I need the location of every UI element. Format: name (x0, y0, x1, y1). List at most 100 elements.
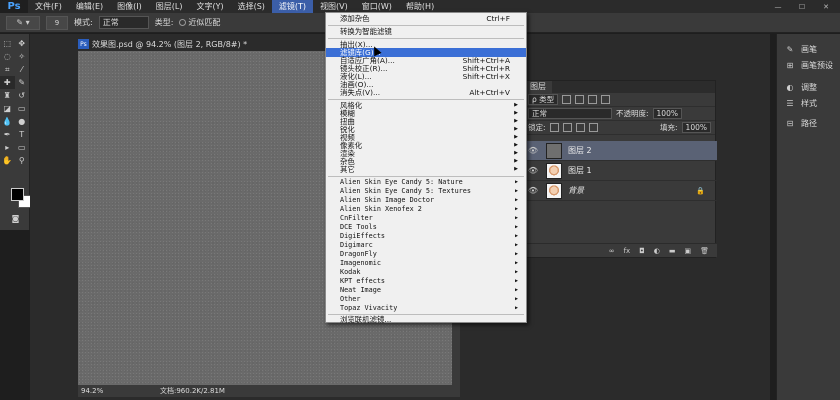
path-select-tool-icon[interactable]: ▸ (0, 141, 15, 154)
dock-styles[interactable]: ☰ 样式 (785, 98, 817, 109)
filter-item-convert-smart[interactable]: 转换为智能滤镜 (326, 27, 526, 36)
marquee-tool-icon[interactable]: ⬚ (0, 37, 15, 50)
filter-submenu-other[interactable]: 其它 ▶ (326, 165, 526, 174)
filter-item-add-noise[interactable]: 添加杂色 Ctrl+F (326, 14, 526, 23)
move-tool-icon[interactable]: ✥ (15, 37, 30, 50)
new-group-icon[interactable]: ▬ (669, 247, 676, 255)
submenu-arrow-icon: ▶ (514, 260, 518, 266)
lock-icon: 🔒 (696, 186, 705, 195)
layer-style-icon[interactable]: fx (624, 247, 631, 255)
add-mask-icon[interactable]: ◘ (639, 247, 645, 255)
plugin-xenofex[interactable]: Alien Skin Xenofex 2 ▶ (326, 205, 526, 214)
proximity-match-radio[interactable]: 近似匹配 (179, 17, 220, 28)
new-layer-icon[interactable]: ▣ (684, 247, 691, 255)
crop-tool-icon[interactable]: ⌗ (0, 63, 15, 76)
paths-icon: ⊟ (786, 119, 794, 128)
hand-tool-icon[interactable]: ✋ (0, 154, 15, 167)
lock-all-icon[interactable] (588, 123, 598, 132)
dock-paths[interactable]: ⊟ 路径 (785, 118, 817, 129)
blur-tool-icon[interactable]: 💧 (0, 115, 15, 128)
link-layers-icon[interactable]: ∞ (609, 247, 615, 255)
eyedropper-tool-icon[interactable]: ⁄ (15, 63, 30, 76)
plugin-eye-candy-textures[interactable]: Alien Skin Eye Candy 5: Textures ▶ (326, 187, 526, 196)
fill-label: 填充: (660, 123, 678, 132)
delete-layer-icon[interactable]: 🗑 (700, 247, 709, 255)
plugin-kpt-effects[interactable]: KPT effects ▶ (326, 277, 526, 286)
quick-select-tool-icon[interactable]: ✧ (15, 50, 30, 63)
plugin-kodak[interactable]: Kodak ▶ (326, 268, 526, 277)
shape-tool-icon[interactable]: ▭ (15, 141, 30, 154)
menu-edit[interactable]: 编辑(E) (69, 0, 110, 13)
zoom-level[interactable]: 94.2% (78, 387, 120, 395)
dock-brush-presets[interactable]: ⊞ 画笔预设 (785, 60, 833, 71)
layer-row[interactable]: 👁 图层 2 (524, 141, 717, 161)
zoom-tool-icon[interactable]: ⚲ (15, 154, 30, 167)
foreground-color-swatch[interactable] (11, 188, 24, 201)
plugin-image-doctor[interactable]: Alien Skin Image Doctor ▶ (326, 196, 526, 205)
gradient-tool-icon[interactable]: ▭ (15, 102, 30, 115)
clone-stamp-tool-icon[interactable]: ♜ (0, 89, 15, 102)
mode-select[interactable]: 正常 (98, 16, 149, 29)
filter-item-vanishing-point[interactable]: 消失点(V)... Alt+Ctrl+V (326, 88, 526, 97)
submenu-arrow-icon: ▶ (514, 242, 518, 248)
dodge-tool-icon[interactable]: ● (15, 115, 30, 128)
layer-row[interactable]: 👁 图层 1 (524, 161, 717, 181)
fill-input[interactable]: 100% (681, 122, 711, 133)
menu-separator (328, 25, 524, 26)
submenu-arrow-icon: ▶ (514, 251, 518, 257)
plugin-neat-image[interactable]: Neat Image ▶ (326, 286, 526, 295)
menu-file[interactable]: 文件(F) (28, 0, 69, 13)
menu-layer[interactable]: 图层(L) (149, 0, 190, 13)
plugin-other[interactable]: Other ▶ (326, 295, 526, 304)
menu-type[interactable]: 文字(Y) (189, 0, 230, 13)
filter-item-browse-online[interactable]: 浏览联机滤镜... (326, 315, 526, 324)
adjustment-filter-icon[interactable] (575, 95, 585, 104)
lasso-tool-icon[interactable]: ◌ (0, 50, 15, 63)
submenu-arrow-icon: ▶ (514, 206, 518, 212)
pixel-filter-icon[interactable] (562, 95, 572, 104)
dock-adjustments[interactable]: ◐ 调整 (785, 82, 818, 93)
plugin-cnfilter[interactable]: CnFilter ▶ (326, 214, 526, 223)
type-filter-icon[interactable] (588, 95, 598, 104)
plugin-digieffects[interactable]: DigiEffects ▶ (326, 232, 526, 241)
lock-transparent-icon[interactable] (549, 123, 559, 132)
eraser-tool-icon[interactable]: ◪ (0, 102, 15, 115)
blend-mode-select[interactable]: 正常 (528, 108, 612, 119)
plugin-digimarc[interactable]: Digimarc ▶ (326, 241, 526, 250)
menu-filter[interactable]: 滤镜(T) (271, 0, 314, 13)
history-brush-tool-icon[interactable]: ↺ (15, 89, 30, 102)
minimize-button[interactable]: — (768, 2, 788, 12)
tool-preset-picker[interactable]: ✎ ▾ (6, 15, 40, 30)
type-tool-icon[interactable]: T (15, 128, 30, 141)
spot-healing-tool-icon[interactable]: ✚ (0, 76, 15, 89)
document-tab[interactable]: Ps 效果图.psd @ 94.2% (图层 2, RGB/8#) * (78, 38, 247, 50)
close-button[interactable]: ✕ (816, 2, 836, 12)
layer-row[interactable]: 👁 背景 🔒 (524, 181, 717, 201)
maximize-button[interactable]: ☐ (792, 2, 812, 12)
menu-select[interactable]: 选择(S) (231, 0, 272, 13)
pen-tool-icon[interactable]: ✒ (0, 128, 15, 141)
new-adjustment-icon[interactable]: ◐ (654, 247, 660, 255)
plugin-eye-candy-nature[interactable]: Alien Skin Eye Candy 5: Nature ▶ (326, 178, 526, 187)
layers-tab[interactable]: 图层 (524, 81, 552, 93)
plugin-dce-tools[interactable]: DCE Tools ▶ (326, 223, 526, 232)
brush-size-picker[interactable]: 9 (46, 15, 68, 30)
proximity-match-label: 近似匹配 (188, 18, 221, 27)
filter-item-label: Topaz Vivacity (340, 304, 398, 312)
lock-position-icon[interactable] (575, 123, 585, 132)
dock-brush[interactable]: ✎ 画笔 (785, 44, 817, 55)
plugin-topaz-vivacity[interactable]: Topaz Vivacity ▶ (326, 304, 526, 313)
quick-mask-icon[interactable]: ◙ (8, 212, 23, 225)
filter-item-label: Alien Skin Image Doctor (340, 196, 435, 204)
menu-image[interactable]: 图像(I) (110, 0, 149, 13)
plugin-dragonfly[interactable]: DragonFly ▶ (326, 250, 526, 259)
layer-thumbnail (546, 162, 562, 179)
layer-kind-filter[interactable]: ρ 类型 (528, 94, 559, 105)
shape-filter-icon[interactable] (601, 95, 611, 104)
opacity-input[interactable]: 100% (652, 108, 682, 119)
brush-tool-icon[interactable]: ✎ (15, 76, 30, 89)
plugin-imagenomic[interactable]: Imagenomic ▶ (326, 259, 526, 268)
brush-presets-icon: ⊞ (786, 61, 794, 70)
lock-pixels-icon[interactable] (562, 123, 572, 132)
type-label: 类型: (154, 18, 174, 27)
